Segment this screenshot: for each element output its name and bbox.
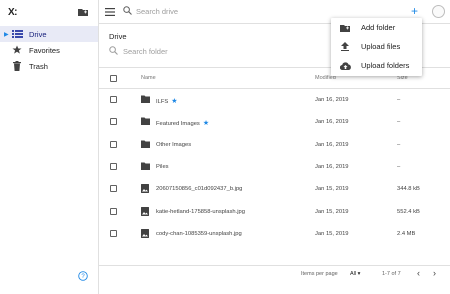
file-name[interactable]: 20607150856_c01d092437_b.jpg (156, 186, 242, 192)
row-checkbox[interactable] (110, 162, 117, 170)
items-per-page-select[interactable]: All ▾ (350, 271, 360, 277)
search-placeholder: Search drive (136, 7, 179, 16)
search-drive-input[interactable]: Search drive (123, 6, 178, 17)
file-modified: Jan 16, 2019 (315, 141, 349, 148)
avatar[interactable] (432, 5, 445, 18)
table-row[interactable]: 20607150856_c01d092437_b.jpg Jan 15, 2019… (99, 178, 450, 200)
menu-item-label: Add folder (361, 23, 396, 32)
file-name[interactable]: cody-chan-1085359-unsplash.jpg (156, 231, 242, 237)
help-icon[interactable]: ? (78, 268, 88, 286)
file-name[interactable]: Other Images (156, 142, 191, 148)
image-file-icon (141, 184, 150, 194)
create-folder-icon (339, 23, 351, 33)
file-size: – (397, 97, 401, 103)
new-folder-icon[interactable] (78, 3, 88, 21)
folder-icon (141, 140, 150, 149)
app-logo: X: (8, 6, 18, 18)
file-size: 344.8 kB (397, 186, 420, 193)
sidebar: X: ▶ Drive Favorites Trash ? (0, 0, 99, 294)
menu-item-label: Upload files (361, 42, 401, 51)
sidebar-item-drive[interactable]: ▶ Drive (0, 26, 98, 42)
file-modified: Jan 15, 2019 (315, 186, 349, 193)
add-menu: Add folder Upload files Upload folders (331, 18, 422, 76)
table-row[interactable]: Piles Jan 16, 2019 – (99, 156, 450, 178)
file-modified: Jan 16, 2019 (315, 163, 349, 170)
upload-icon (339, 42, 351, 52)
table-row[interactable]: katie-hetland-175858-unsplash.jpg Jan 15,… (99, 201, 450, 223)
file-modified: Jan 15, 2019 (315, 230, 349, 237)
column-header-name[interactable]: Name (141, 75, 156, 81)
image-file-icon (141, 206, 150, 216)
prev-page-icon[interactable]: ‹ (417, 268, 420, 278)
file-modified: Jan 15, 2019 (315, 208, 349, 215)
row-checkbox[interactable] (110, 140, 117, 148)
cloud-upload-icon (339, 61, 351, 71)
search-folder-input[interactable]: Search folder (109, 46, 168, 57)
file-size: 552.4 kB (397, 208, 420, 215)
file-size: – (397, 141, 401, 148)
file-name[interactable]: Piles (156, 164, 169, 170)
svg-text:?: ? (81, 274, 85, 280)
select-all-checkbox[interactable] (110, 75, 117, 82)
breadcrumb[interactable]: Drive (109, 32, 127, 41)
row-checkbox[interactable] (110, 185, 117, 193)
list-icon (11, 29, 23, 39)
starred-icon[interactable]: ★ (171, 98, 177, 105)
sidebar-item-trash[interactable]: Trash (0, 58, 98, 74)
pagination-bar: Items per page All ▾ 1-7 of 7 ‹ › (99, 265, 450, 287)
table-row[interactable]: Featured Images ★ Jan 16, 2019 – (99, 111, 450, 133)
expand-caret-icon[interactable]: ▶ (4, 31, 11, 38)
sidebar-item-label: Favorites (29, 45, 60, 55)
menu-item-label: Upload folders (361, 61, 410, 70)
starred-icon[interactable]: ★ (203, 120, 209, 127)
table-row[interactable]: Other Images Jan 16, 2019 – (99, 134, 450, 156)
row-checkbox[interactable] (110, 118, 117, 126)
menu-item-upload-folders[interactable]: Upload folders (331, 56, 422, 75)
row-checkbox[interactable] (110, 229, 117, 237)
sidebar-header: X: (0, 0, 98, 24)
row-checkbox[interactable] (110, 207, 117, 215)
folder-icon (141, 95, 150, 104)
search-icon (123, 6, 132, 17)
sidebar-nav: ▶ Drive Favorites Trash (0, 26, 98, 74)
file-name[interactable]: katie-hetland-175858-unsplash.jpg (156, 209, 245, 215)
table-row[interactable]: ILFS ★ Jan 16, 2019 – (99, 89, 450, 111)
sidebar-item-label: Drive (29, 29, 47, 39)
folder-icon (141, 117, 150, 126)
items-per-page-label: Items per page (301, 271, 338, 277)
menu-item-add-folder[interactable]: Add folder (331, 18, 422, 37)
trash-icon (11, 61, 23, 71)
table-row[interactable]: cody-chan-1085359-unsplash.jpg Jan 15, 20… (99, 223, 450, 245)
folder-search-placeholder: Search folder (123, 47, 168, 56)
menu-item-upload-files[interactable]: Upload files (331, 37, 422, 56)
row-checkbox[interactable] (110, 96, 117, 103)
add-button[interactable]: + (411, 5, 418, 17)
file-size: 2.4 MB (397, 230, 416, 237)
star-icon (11, 45, 23, 55)
file-name[interactable]: Featured Images ★ (156, 119, 209, 127)
page-range: 1-7 of 7 (382, 271, 401, 277)
next-page-icon[interactable]: › (433, 268, 436, 278)
file-size: – (397, 119, 401, 126)
search-icon (109, 46, 118, 57)
menu-icon[interactable] (105, 3, 115, 21)
file-modified: Jan 16, 2019 (315, 119, 349, 126)
file-name[interactable]: ILFS ★ (156, 97, 178, 105)
app-window: X: ▶ Drive Favorites Trash ? Search driv… (0, 0, 450, 294)
sidebar-item-favorites[interactable]: Favorites (0, 42, 98, 58)
file-size: – (397, 163, 401, 170)
sidebar-item-label: Trash (29, 61, 48, 71)
folder-icon (141, 162, 150, 171)
file-modified: Jan 16, 2019 (315, 97, 349, 103)
image-file-icon (141, 228, 150, 238)
